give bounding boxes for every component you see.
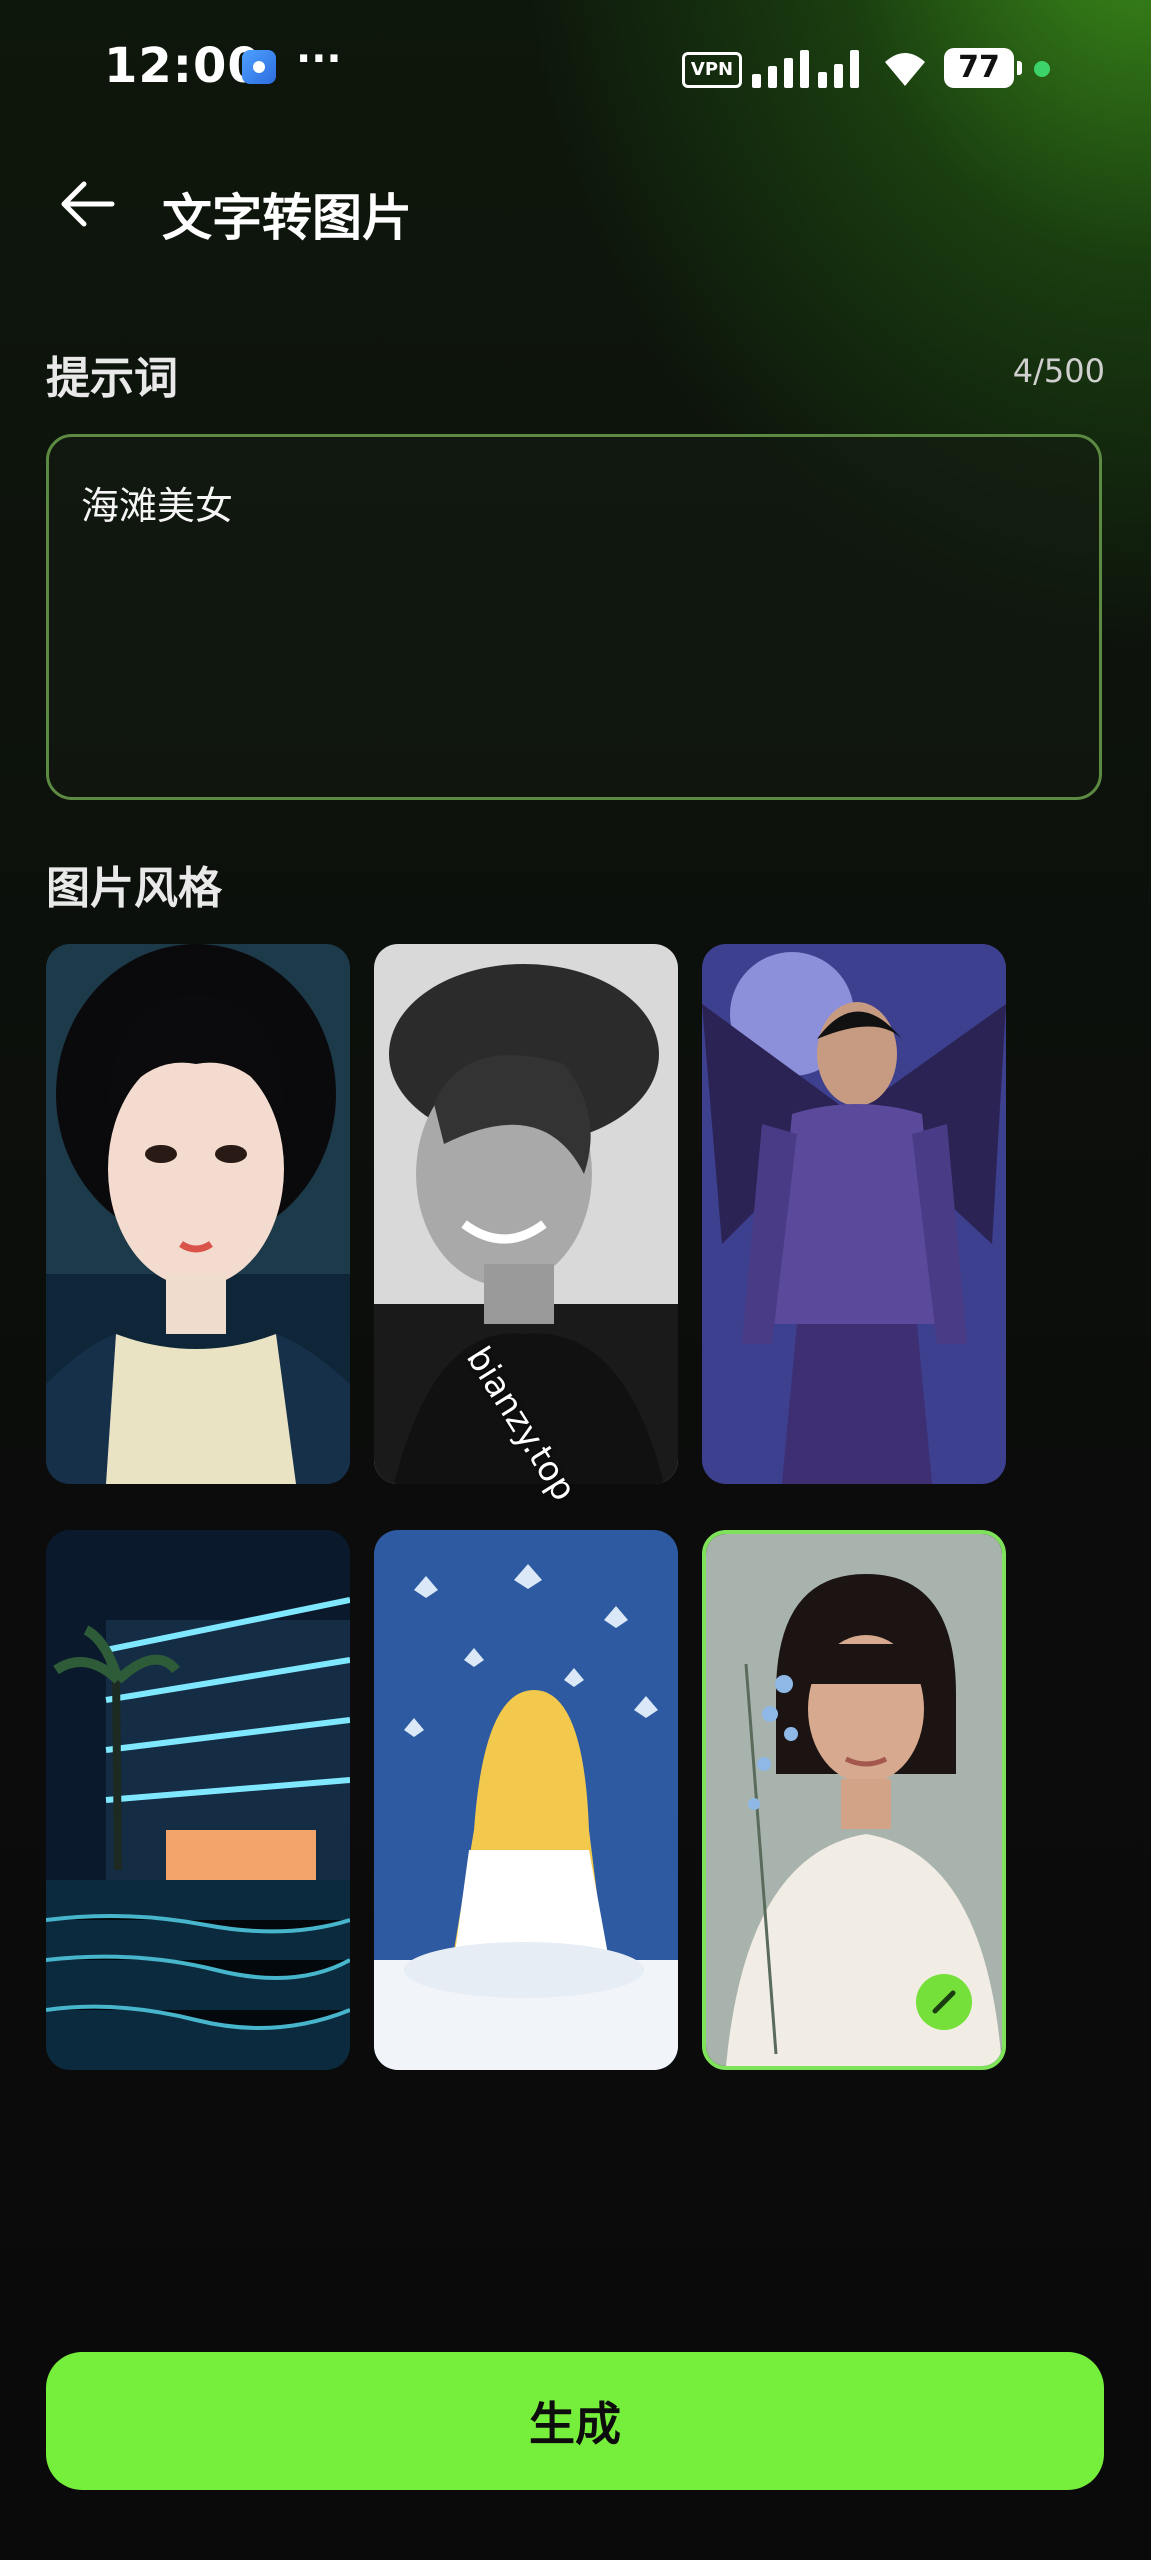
prompt-input-value: 海滩美女 [81, 484, 234, 528]
selected-check-icon [916, 1974, 972, 2030]
anime-portrait-image [46, 944, 350, 1484]
style-card-watercolor[interactable] [374, 1530, 678, 2070]
prompt-input[interactable]: 海滩美女 [46, 434, 1102, 800]
neon-city-image [46, 1530, 350, 2070]
signal-icon [752, 50, 862, 88]
style-card-fantasy-demon[interactable] [702, 944, 1006, 1484]
style-card-realistic-portrait[interactable] [702, 1530, 1006, 2070]
app-notification-icon [242, 50, 276, 84]
more-notifications-icon: ··· [296, 36, 342, 82]
wifi-icon [885, 53, 925, 86]
prompt-label: 提示词 [46, 353, 178, 404]
generate-button[interactable]: 生成 [46, 2352, 1104, 2490]
status-time: 12:00 [104, 38, 262, 94]
status-bar: 12:00 ··· VPN 77 [0, 0, 1151, 140]
back-arrow-icon[interactable] [58, 178, 118, 230]
style-card-neon-city[interactable] [46, 1530, 350, 2070]
privacy-indicator-dot [1034, 61, 1050, 77]
char-counter: 4/500 [1012, 352, 1105, 390]
battery-icon: 77 [944, 48, 1022, 88]
watercolor-image [374, 1530, 678, 2070]
style-label: 图片风格 [46, 863, 222, 914]
page-title: 文字转图片 [162, 189, 412, 247]
style-card-anime-portrait[interactable] [46, 944, 350, 1484]
fantasy-demon-image [702, 944, 1006, 1484]
vpn-icon: VPN [682, 52, 742, 88]
